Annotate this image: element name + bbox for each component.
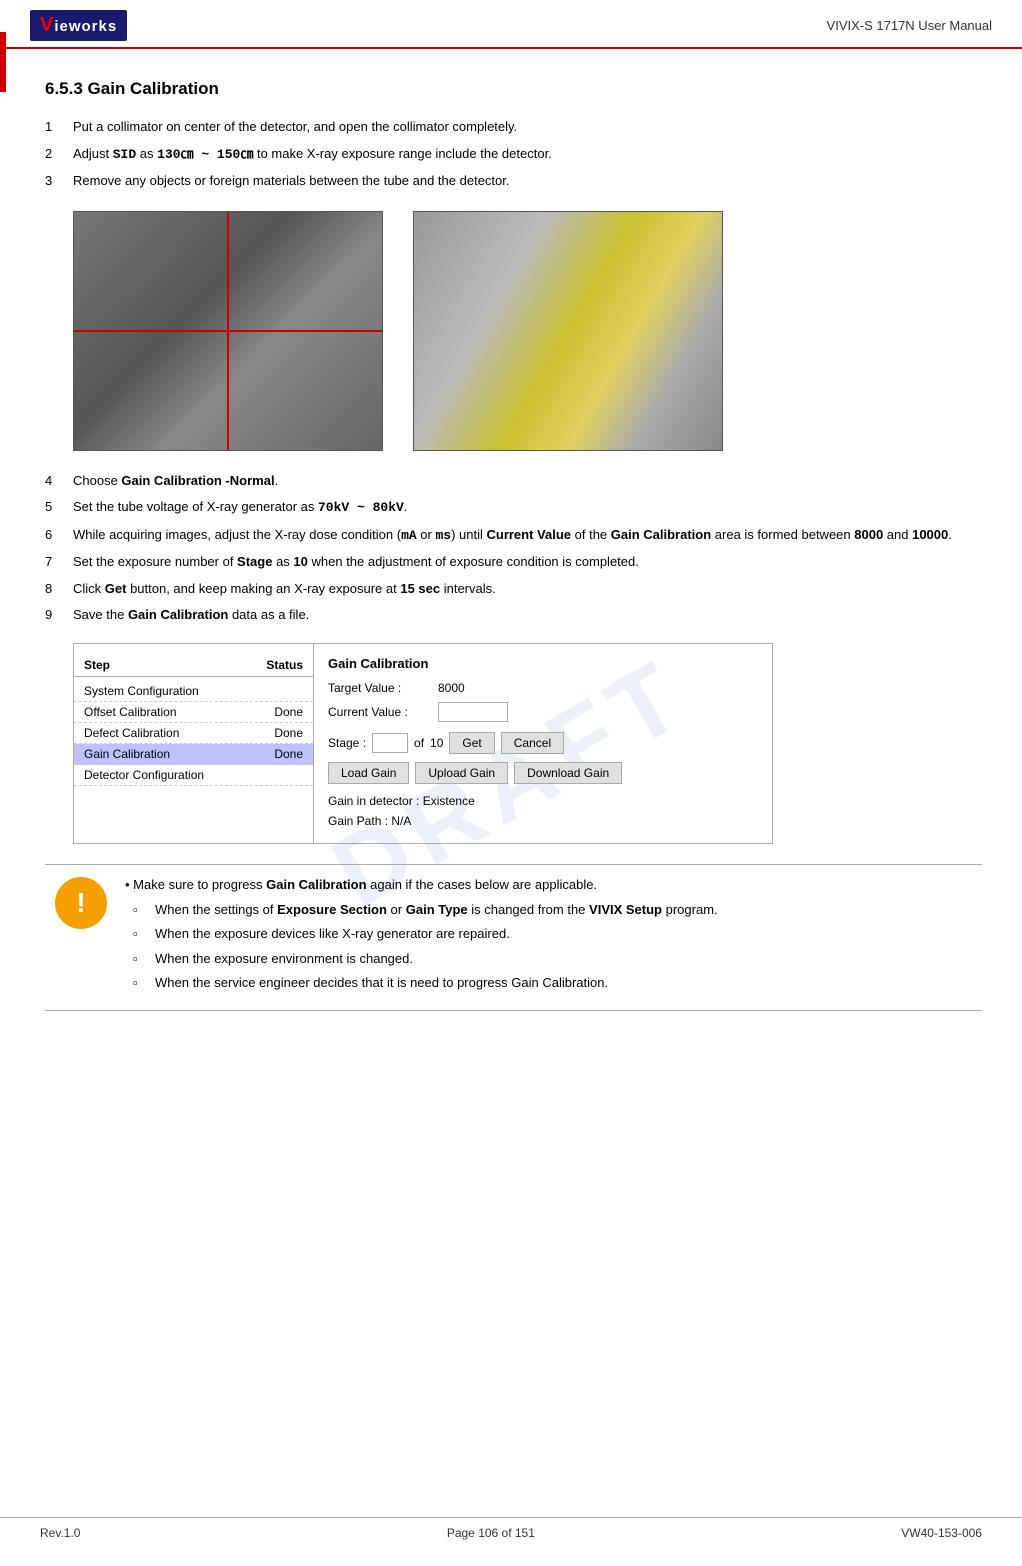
step-num: 7 — [45, 552, 73, 572]
section-heading: 6.5.3 Gain Calibration — [45, 79, 982, 99]
warning-icon: ! — [55, 877, 107, 929]
stage-label: Stage : — [328, 736, 366, 750]
load-gain-button[interactable]: Load Gain — [328, 762, 409, 784]
gain-detector-label: Gain in detector : — [328, 794, 419, 808]
step-item: 6 While acquiring images, adjust the X-r… — [45, 525, 982, 546]
calib-right-panel: Gain Calibration Target Value : 8000 Cur… — [314, 644, 772, 843]
warning-list-item: When the exposure environment is changed… — [125, 949, 982, 969]
calib-row-label: Detector Configuration — [84, 768, 303, 782]
step-item: 8 Click Get button, and keep making an X… — [45, 579, 982, 599]
warning-list-item: When the settings of Exposure Section or… — [125, 900, 982, 920]
step-text: Choose Gain Calibration -Normal. — [73, 471, 982, 491]
step-num: 3 — [45, 171, 73, 191]
stage-of: of — [414, 736, 424, 750]
page-footer: Rev.1.0 Page 106 of 151 VW40-153-006 — [0, 1517, 1022, 1548]
footer-doc: VW40-153-006 — [901, 1526, 982, 1540]
cancel-button[interactable]: Cancel — [501, 732, 564, 754]
stage-value: 10 — [430, 736, 443, 750]
gain-path-label: Gain Path : — [328, 814, 388, 828]
step-text: Adjust SID as 130㎝ ~ 150㎝ to make X-ray … — [73, 144, 982, 165]
target-value: 8000 — [438, 681, 465, 695]
calib-row-label: System Configuration — [84, 684, 303, 698]
header-title: VIVIX-S 1717N User Manual — [827, 18, 992, 33]
collimator-image — [73, 211, 383, 451]
warning-intro: • Make sure to progress — [125, 877, 266, 892]
target-value-label: Target Value : — [328, 681, 438, 695]
step-num: 6 — [45, 525, 73, 546]
step-num: 4 — [45, 471, 73, 491]
calib-row-system: System Configuration — [74, 681, 313, 702]
step-item: 9 Save the Gain Calibration data as a fi… — [45, 605, 982, 625]
step-text: Click Get button, and keep making an X-r… — [73, 579, 982, 599]
gain-detector-row: Gain in detector : Existence — [328, 794, 758, 808]
gain-path-row: Gain Path : N/A — [328, 814, 758, 828]
step-item: 1 Put a collimator on center of the dete… — [45, 117, 982, 137]
calib-row-status: Done — [274, 747, 303, 761]
calib-right-title: Gain Calibration — [328, 656, 758, 671]
footer-rev: Rev.1.0 — [40, 1526, 80, 1540]
step-text: While acquiring images, adjust the X-ray… — [73, 525, 982, 546]
step-item: 2 Adjust SID as 130㎝ ~ 150㎝ to make X-ra… — [45, 144, 982, 165]
step-text: Set the tube voltage of X-ray generator … — [73, 497, 982, 518]
get-button[interactable]: Get — [449, 732, 494, 754]
page-header: Vieworks VIVIX-S 1717N User Manual — [0, 0, 1022, 49]
stage-input[interactable] — [372, 733, 408, 753]
calib-row-defect: Defect Calibration Done — [74, 723, 313, 744]
gain-buttons-row: Load Gain Upload Gain Download Gain — [328, 762, 758, 784]
download-gain-button[interactable]: Download Gain — [514, 762, 622, 784]
calib-left-header: Step Status — [74, 654, 313, 677]
calib-row-label: Defect Calibration — [84, 726, 274, 740]
status-col-header: Status — [266, 658, 303, 672]
step-col-header: Step — [84, 658, 266, 672]
calib-left-panel: Step Status System Configuration Offset … — [74, 644, 314, 843]
section-number: 6.5.3 — [45, 79, 83, 98]
upload-gain-button[interactable]: Upload Gain — [415, 762, 508, 784]
step-item: 5 Set the tube voltage of X-ray generato… — [45, 497, 982, 518]
warning-content: • Make sure to progress Gain Calibration… — [125, 877, 982, 998]
step-item: 7 Set the exposure number of Stage as 10… — [45, 552, 982, 572]
warning-list: When the settings of Exposure Section or… — [125, 900, 982, 993]
calibration-ui-box: Step Status System Configuration Offset … — [73, 643, 773, 844]
step-text: Set the exposure number of Stage as 10 w… — [73, 552, 982, 572]
warning-box: ! • Make sure to progress Gain Calibrati… — [45, 864, 982, 1011]
calib-row-label: Offset Calibration — [84, 705, 274, 719]
step-item: 3 Remove any objects or foreign material… — [45, 171, 982, 191]
logo-box: Vieworks — [30, 10, 127, 41]
tape-image — [413, 211, 723, 451]
warning-title: • Make sure to progress Gain Calibration… — [125, 877, 982, 892]
step-text: Put a collimator on center of the detect… — [73, 117, 982, 137]
warning-list-item: When the service engineer decides that i… — [125, 973, 982, 993]
stage-row: Stage : of 10 Get Cancel — [328, 732, 758, 754]
calib-row-offset: Offset Calibration Done — [74, 702, 313, 723]
images-row — [73, 211, 982, 451]
step-num: 5 — [45, 497, 73, 518]
gain-path-val: N/A — [391, 814, 411, 828]
step-num: 1 — [45, 117, 73, 137]
step-text: Remove any objects or foreign materials … — [73, 171, 982, 191]
footer-page: Page 106 of 151 — [447, 1526, 535, 1540]
step-num: 9 — [45, 605, 73, 625]
target-value-row: Target Value : 8000 — [328, 681, 758, 695]
current-value-row: Current Value : — [328, 702, 758, 722]
calib-row-label: Gain Calibration — [84, 747, 274, 761]
logo: Vieworks — [30, 10, 127, 41]
steps-list-1: 1 Put a collimator on center of the dete… — [45, 117, 982, 191]
step-num: 8 — [45, 579, 73, 599]
step-item: 4 Choose Gain Calibration -Normal. — [45, 471, 982, 491]
calib-row-detector: Detector Configuration — [74, 765, 313, 786]
gain-detector-val: Existence — [423, 794, 475, 808]
warning-bold: Gain Calibration — [266, 877, 366, 892]
step-text: Save the Gain Calibration data as a file… — [73, 605, 982, 625]
warning-rest: again if the cases below are applicable. — [367, 877, 598, 892]
calib-row-gain: Gain Calibration Done — [74, 744, 313, 765]
current-value-label: Current Value : — [328, 705, 438, 719]
section-title: Gain Calibration — [88, 79, 219, 98]
current-value-input[interactable] — [438, 702, 508, 722]
steps-list-2: 4 Choose Gain Calibration -Normal. 5 Set… — [45, 471, 982, 625]
warning-list-item: When the exposure devices like X-ray gen… — [125, 924, 982, 944]
calib-row-status: Done — [274, 705, 303, 719]
calib-row-status: Done — [274, 726, 303, 740]
step-num: 2 — [45, 144, 73, 165]
